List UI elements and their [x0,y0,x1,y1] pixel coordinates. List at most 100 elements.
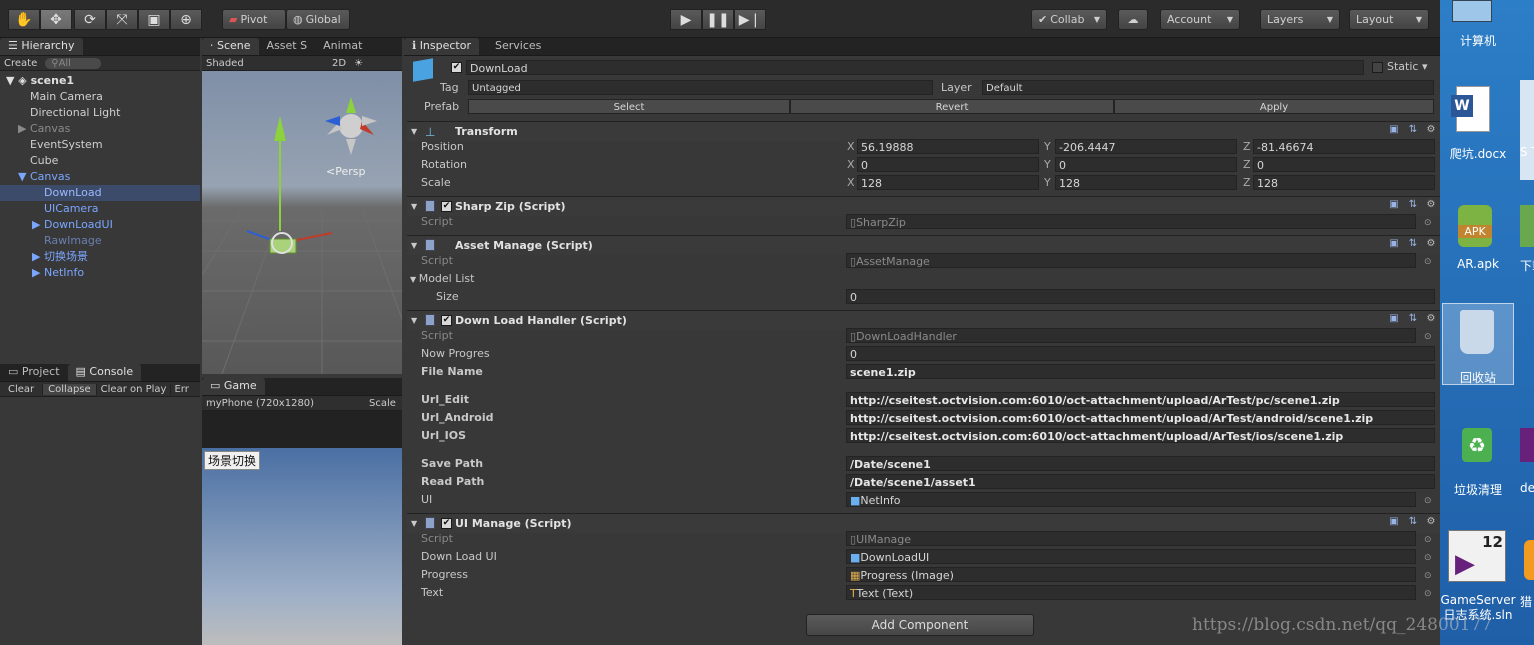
gear-icon[interactable]: ⚙ [1425,516,1437,527]
object-picker-icon[interactable]: ⊙ [1424,218,1434,228]
play-button[interactable]: ▶ [670,9,702,30]
now-progres-input[interactable]: 0 [846,346,1435,361]
collapse-button[interactable]: Collapse [43,383,97,395]
computer-icon[interactable] [1452,0,1492,22]
hand-tool-icon[interactable]: ✋ [8,9,40,30]
desktop-label-lie[interactable]: 猎 [1520,593,1534,610]
layout-button[interactable]: Layout ▼ [1349,9,1429,30]
y-arrow-icon[interactable] [274,116,286,141]
object-picker-icon[interactable]: ⊙ [1424,535,1434,545]
prefab-apply-button[interactable]: Apply [1114,99,1434,114]
progress-field[interactable]: ▦Progress (Image) [846,567,1416,582]
prefab-revert-button[interactable]: Revert [790,99,1114,114]
help-icon[interactable]: ▣ [1388,199,1400,210]
hierarchy-item-downloadui[interactable]: ▶ DownLoadUI [0,217,200,233]
desktop-label-doc[interactable]: 爬坑.docx [1440,145,1516,162]
preset-icon[interactable]: ⇅ [1407,199,1419,210]
global-button[interactable]: ◍ Global [286,9,350,30]
tab-services[interactable]: Services [487,38,549,55]
position-z-input[interactable]: -81.46674 [1253,139,1435,154]
hierarchy-item-rawimage[interactable]: RawImage [0,233,200,249]
object-picker-icon[interactable]: ⊙ [1424,496,1434,506]
hierarchy-search-input[interactable]: ⚲All [45,57,101,69]
hierarchy-item-directional-light[interactable]: Directional Light [0,105,200,121]
hierarchy-item-main-camera[interactable]: Main Camera [0,89,200,105]
uimanage-enabled-checkbox[interactable]: ✔ [441,518,452,529]
move-tool-icon[interactable]: ✥ [40,9,72,30]
tab-animator[interactable]: Animat [315,38,370,55]
desktop-label-de[interactable]: de [1520,481,1534,495]
clear-button[interactable]: Clear [0,383,44,395]
object-picker-icon[interactable]: ⊙ [1424,571,1434,581]
assetmanage-header[interactable]: ▼ Asset Manage (Script) [407,235,1440,255]
pivot-button[interactable]: ▰ Pivot [222,9,286,30]
clear-on-play-button[interactable]: Clear on Play [97,383,172,395]
scale-z-input[interactable]: 128 [1253,175,1435,190]
help-icon[interactable]: ▣ [1388,124,1400,135]
rotation-x-input[interactable]: 0 [857,157,1039,172]
orientation-gizmo-icon[interactable] [325,97,377,155]
transform-header[interactable]: ▼ ⊥ Transform [407,121,1440,141]
tag-dropdown[interactable]: Untagged [468,80,933,95]
light-toggle-icon[interactable]: ☀ [354,58,363,69]
hierarchy-item-download[interactable]: DownLoad [0,185,200,201]
static-checkbox[interactable] [1372,62,1383,73]
switch-scene-button[interactable]: 场景切换 [204,451,261,470]
scale-tool-icon[interactable]: ⤧ [106,9,138,30]
gameobject-name-input[interactable]: DownLoad [466,60,1364,75]
object-picker-icon[interactable]: ⊙ [1424,257,1434,267]
rotation-y-input[interactable]: 0 [1055,157,1237,172]
url-ios-input[interactable]: http://cseitest.octvision.com:6010/oct-a… [846,428,1435,443]
desktop-label-partial-s[interactable]: S To [1520,145,1534,159]
cleaner-icon[interactable]: ♻ [1462,428,1492,462]
size-input[interactable]: 0 [846,289,1435,304]
cloud-button[interactable]: ☁ [1118,9,1148,30]
help-icon[interactable]: ▣ [1388,313,1400,324]
collab-button[interactable]: ✔ Collab ▼ [1031,9,1107,30]
rotate-tool-icon[interactable]: ⟳ [74,9,106,30]
hierarchy-item-canvas-disabled[interactable]: ▶ Canvas [0,121,200,137]
url-edit-input[interactable]: http://cseitest.octvision.com:6010/oct-a… [846,392,1435,407]
visual-studio-icon[interactable]: 12 ▶ [1448,530,1506,582]
desktop-label-download[interactable]: 下载 [1520,257,1534,274]
word-doc-icon[interactable]: W [1451,86,1490,132]
step-button[interactable]: ▶❘ [734,9,766,30]
sharpzip-enabled-checkbox[interactable]: ✔ [441,201,452,212]
text-field[interactable]: TText (Text) [846,585,1416,600]
pause-button[interactable]: ❚❚ [702,9,734,30]
scale-y-input[interactable]: 128 [1055,175,1237,190]
downloadhandler-enabled-checkbox[interactable]: ✔ [441,315,452,326]
hierarchy-item-cube[interactable]: Cube [0,153,200,169]
object-picker-icon[interactable]: ⊙ [1424,589,1434,599]
url-android-input[interactable]: http://cseitest.octvision.com:6010/oct-a… [846,410,1435,425]
hierarchy-item-uicamera[interactable]: UICamera [0,201,200,217]
read-path-input[interactable]: /Date/scene1/asset1 [846,474,1435,489]
gear-icon[interactable]: ⚙ [1425,313,1437,324]
desktop-label-recycle[interactable]: 回收站 [1440,369,1516,386]
game-viewport[interactable]: 场景切换 [202,448,402,645]
tab-project[interactable]: ▭ Project [0,364,68,381]
hierarchy-item-eventsystem[interactable]: EventSystem [0,137,200,153]
uimanage-header[interactable]: ▼ ✔ UI Manage (Script) [407,513,1440,533]
desktop-label-cleaner[interactable]: 垃圾清理 [1440,481,1516,498]
scale-x-input[interactable]: 128 [857,175,1039,190]
prefab-select-button[interactable]: Select [468,99,790,114]
gear-icon[interactable]: ⚙ [1425,124,1437,135]
add-component-button[interactable]: Add Component [806,614,1034,636]
gear-icon[interactable]: ⚙ [1425,238,1437,249]
ui-object-field[interactable]: ■NetInfo [846,492,1416,507]
object-picker-icon[interactable]: ⊙ [1424,332,1434,342]
mode-2d-button[interactable]: 2D [332,58,346,69]
projection-label[interactable]: <Persp [326,165,365,178]
help-icon[interactable]: ▣ [1388,238,1400,249]
tab-scene[interactable]: ⋅ Scene [202,38,259,55]
static-label[interactable]: Static ▾ [1387,60,1427,73]
file-name-input[interactable]: scene1.zip [846,364,1435,379]
create-button[interactable]: Create [4,58,37,69]
preset-icon[interactable]: ⇅ [1407,516,1419,527]
preset-icon[interactable]: ⇅ [1407,313,1419,324]
gear-icon[interactable]: ⚙ [1425,199,1437,210]
layers-button[interactable]: Layers ▼ [1260,9,1340,30]
tab-game[interactable]: ▭ Game [202,378,265,395]
account-button[interactable]: Account ▼ [1160,9,1240,30]
